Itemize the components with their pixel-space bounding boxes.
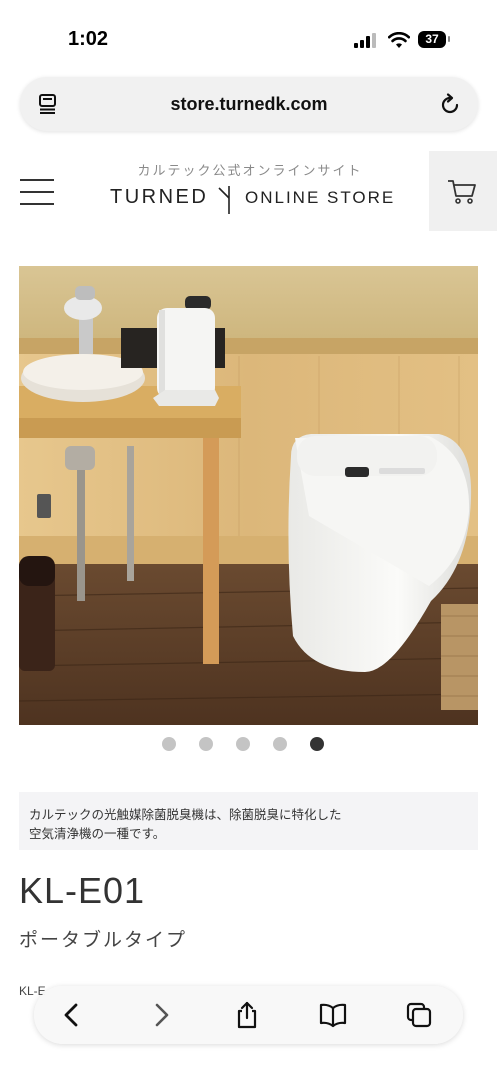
description-line: 空気清浄機の一種です。 (29, 827, 166, 841)
product-description: カルテックの光触媒除菌脱臭機は、除菌脱臭に特化した 空気清浄機の一種です。 (19, 792, 478, 850)
wifi-icon (388, 32, 410, 48)
product-code: KL-E01 (19, 870, 146, 911)
cellular-signal-icon (354, 30, 378, 50)
carousel-dot-2[interactable] (199, 737, 213, 751)
product-type: ポータブルタイプ (19, 930, 188, 951)
address-bar[interactable]: store.turnedk.com (20, 77, 478, 131)
carousel-dot-1[interactable] (162, 737, 176, 751)
cart-icon (448, 180, 476, 204)
product-image[interactable] (19, 266, 478, 725)
carousel-dot-4[interactable] (273, 737, 287, 751)
share-icon[interactable] (233, 1001, 261, 1029)
carousel-dot-3[interactable] (236, 737, 250, 751)
brand-k-mark (218, 186, 230, 214)
cart-button[interactable] (429, 151, 497, 231)
status-icons: 37 (354, 30, 454, 50)
back-icon[interactable] (58, 1001, 86, 1029)
battery-icon: 37 (418, 31, 446, 48)
menu-icon[interactable] (20, 178, 56, 208)
status-time: 1:02 (68, 28, 109, 50)
brand-store: ONLINE STORE (245, 188, 396, 207)
reload-icon[interactable] (438, 92, 462, 116)
brand-logo[interactable]: TURNED ONLINE STORE (110, 180, 400, 220)
site-subtitle: カルテック公式オンラインサイト (137, 163, 363, 178)
carousel-dot-5[interactable] (310, 737, 324, 751)
tabs-icon[interactable] (405, 1001, 433, 1029)
forward-icon[interactable] (147, 1001, 175, 1029)
url-text[interactable]: store.turnedk.com (20, 94, 478, 115)
description-line: カルテックの光触媒除菌脱臭機は、除菌脱臭に特化した (29, 808, 342, 822)
browser-toolbar (34, 986, 463, 1044)
brand-name: TURNED (110, 186, 209, 208)
bookmarks-icon[interactable] (319, 1001, 347, 1029)
